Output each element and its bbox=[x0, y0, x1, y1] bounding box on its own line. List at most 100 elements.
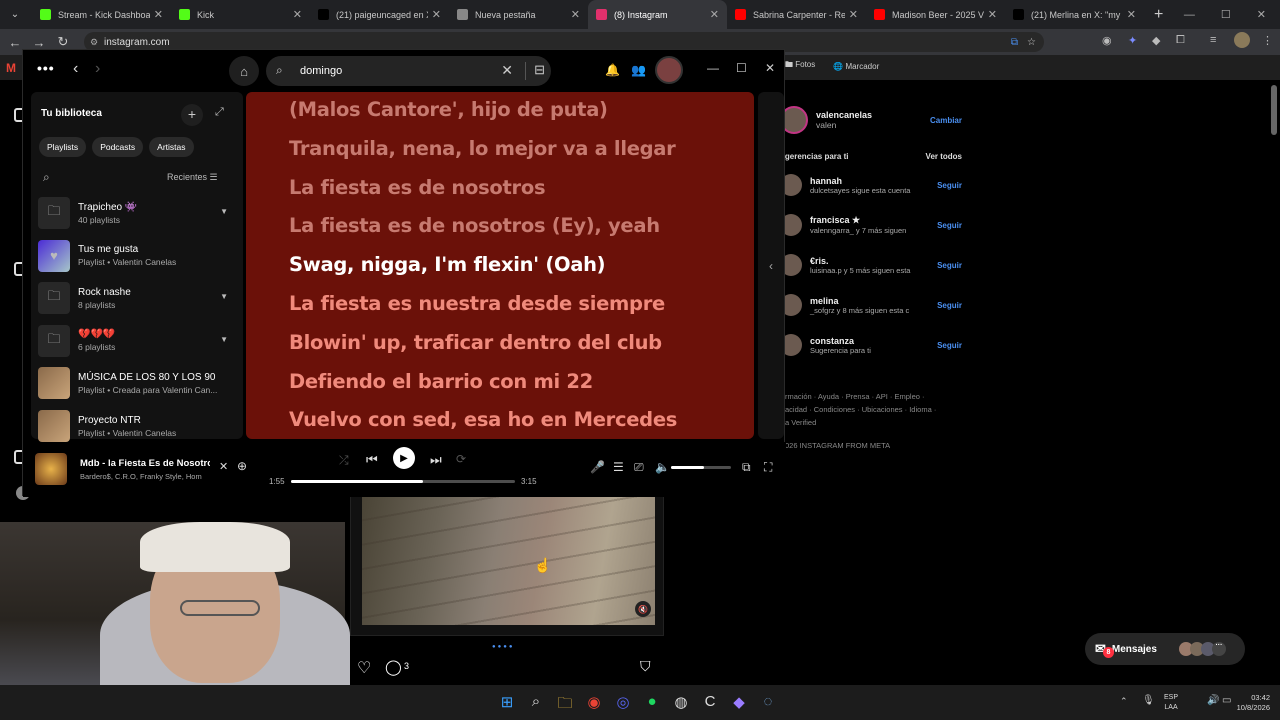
tab-search-chevron-icon[interactable]: ⌄ bbox=[2, 4, 28, 26]
next-icon[interactable]: ⏭ bbox=[430, 452, 442, 468]
spotify-forward-icon[interactable]: › bbox=[95, 60, 100, 78]
suggestion-username[interactable]: melina bbox=[810, 296, 909, 306]
chrome-icon[interactable]: ◉ bbox=[585, 693, 603, 718]
footer-links-line[interactable]: acidad · Condiciones · Ubicaciones · Idi… bbox=[785, 403, 965, 416]
volume-slider[interactable] bbox=[671, 466, 731, 469]
library-item[interactable]: 🗀 Rock nashe 8 playlists ▼ bbox=[38, 278, 238, 318]
follow-button[interactable]: Seguir bbox=[937, 221, 962, 230]
library-item[interactable]: Proyecto NTR Playlist • Valentin Canelas bbox=[38, 406, 238, 446]
switch-account-link[interactable]: Cambiar bbox=[930, 116, 962, 125]
close-icon[interactable]: ✕ bbox=[765, 61, 775, 75]
clear-search-icon[interactable]: ✕ bbox=[501, 62, 513, 79]
follow-button[interactable]: Seguir bbox=[937, 341, 962, 350]
previous-icon[interactable]: ⏮ bbox=[366, 452, 378, 468]
play-button[interactable]: ▶ bbox=[393, 447, 415, 469]
extension-icon[interactable]: ✦ bbox=[1128, 34, 1137, 47]
close-tab-icon[interactable]: ✕ bbox=[1127, 8, 1136, 21]
close-tab-icon[interactable]: ✕ bbox=[293, 8, 302, 21]
speaker-icon[interactable]: 🔊 bbox=[1207, 695, 1219, 706]
create-playlist-icon[interactable]: + bbox=[181, 104, 203, 126]
puzzle-icon[interactable]: ⧠ bbox=[1176, 34, 1185, 47]
follow-button[interactable]: Seguir bbox=[937, 261, 962, 270]
reading-list-icon[interactable]: ≡ bbox=[1210, 34, 1216, 46]
lyric-line[interactable]: La fiesta es de nosotros (Ey), yeah bbox=[289, 214, 660, 237]
extension-icon[interactable]: ◉ bbox=[1102, 34, 1112, 47]
follow-button[interactable]: Seguir bbox=[937, 181, 962, 190]
library-search-icon[interactable]: ⌕ bbox=[43, 170, 50, 185]
footer-links-line[interactable]: rmación · Ayuda · Prensa · API · Empleo … bbox=[785, 390, 965, 403]
expand-folder-icon[interactable]: ▼ bbox=[220, 335, 228, 344]
spotify-icon[interactable]: ● bbox=[643, 693, 661, 718]
browse-icon[interactable]: ⊟ bbox=[534, 62, 545, 78]
windows-start-icon[interactable]: ⊞ bbox=[498, 693, 516, 718]
comment-icon[interactable]: ◯ bbox=[385, 658, 402, 676]
browser-tab[interactable]: Kick ✕ bbox=[171, 0, 310, 29]
home-icon[interactable]: ⌂ bbox=[229, 56, 259, 86]
lyric-line[interactable]: Tranquila, nena, lo mejor va a llegar bbox=[289, 137, 676, 160]
library-item[interactable]: ♥ Tus me gusta Playlist • Valentin Canel… bbox=[38, 236, 238, 276]
profile-avatar[interactable] bbox=[1234, 32, 1250, 48]
lyric-line[interactable]: Swag, nigga, I'm flexin' (Oah) bbox=[289, 253, 606, 276]
spotify-menu-icon[interactable]: ••• bbox=[37, 60, 55, 76]
filter-chip[interactable]: Artistas bbox=[149, 137, 194, 157]
browser-tab[interactable]: (8) Instagram ✕ bbox=[588, 0, 727, 29]
expand-folder-icon[interactable]: ▼ bbox=[220, 292, 228, 301]
expand-folder-icon[interactable]: ▼ bbox=[220, 207, 228, 216]
close-tab-icon[interactable]: ✕ bbox=[154, 8, 163, 21]
library-item[interactable]: MÚSICA DE LOS 80 Y LOS 90 Playlist • Cre… bbox=[38, 363, 238, 403]
track-artists[interactable]: Bardero$, C.R.O, Franky Style, Hom bbox=[80, 472, 210, 481]
obs-icon[interactable]: ◍ bbox=[672, 693, 690, 718]
mute-icon[interactable]: 🔇 bbox=[635, 601, 651, 617]
minimize-icon[interactable]: — bbox=[707, 61, 719, 75]
suggestion-username[interactable]: francisca ★ bbox=[810, 215, 906, 226]
minimize-icon[interactable]: — bbox=[1184, 9, 1195, 21]
chrome-menu-icon[interactable]: ⋮ bbox=[1262, 34, 1273, 47]
progress-bar[interactable] bbox=[291, 480, 515, 483]
clock[interactable]: 03:42 10/8/2026 bbox=[1230, 693, 1270, 713]
friend-activity-icon[interactable]: 👥 bbox=[631, 63, 646, 77]
queue-icon[interactable]: ☰ bbox=[613, 460, 624, 474]
ccleaner-icon[interactable]: C bbox=[701, 693, 719, 718]
new-tab-button[interactable]: + bbox=[1154, 6, 1163, 24]
hide-icon[interactable]: ✕ bbox=[219, 460, 228, 473]
see-all-link[interactable]: Ver todos bbox=[926, 152, 962, 161]
browser-tab[interactable]: Stream - Kick Dashboard ✕ bbox=[32, 0, 171, 29]
browser-tab[interactable]: (21) paigeuncaged en X: ✕ bbox=[310, 0, 449, 29]
forward-icon[interactable]: → bbox=[27, 35, 51, 50]
volume-icon[interactable]: 🔈 bbox=[655, 460, 670, 474]
post-video[interactable]: 🔇 bbox=[362, 497, 655, 625]
add-to-library-icon[interactable]: ⊕ bbox=[237, 459, 247, 473]
lyric-line[interactable]: La fiesta es nuestra desde siempre bbox=[289, 292, 665, 315]
footer-links-line[interactable]: a Verified bbox=[785, 416, 965, 429]
save-icon[interactable]: ⛉ bbox=[640, 658, 651, 675]
browser-tab[interactable]: Nueva pestaña ✕ bbox=[449, 0, 588, 29]
chevron-left-icon[interactable]: ‹ bbox=[769, 259, 773, 273]
notifications-icon[interactable]: 🔔 bbox=[605, 63, 620, 77]
microphone-icon[interactable]: 🎙 bbox=[1142, 695, 1155, 706]
like-icon[interactable]: ♡ bbox=[357, 658, 371, 678]
follow-button[interactable]: Seguir bbox=[937, 301, 962, 310]
close-tab-icon[interactable]: ✕ bbox=[432, 8, 441, 21]
discord-icon[interactable]: ◎ bbox=[614, 693, 632, 718]
lyric-line[interactable]: Vuelvo con sed, esa ho en Mercedes bbox=[289, 408, 677, 431]
tray-chevron-icon[interactable]: ⌃ bbox=[1120, 696, 1128, 707]
lyrics-icon[interactable]: 🎤 bbox=[590, 460, 605, 474]
sort-dropdown[interactable]: Recientes ☰ bbox=[167, 172, 218, 183]
connect-device-icon[interactable]: ⎚ bbox=[634, 460, 644, 475]
browser-tab[interactable]: (21) Merlina en X: "my sh ✕ bbox=[1005, 0, 1144, 29]
close-window-icon[interactable]: ✕ bbox=[1257, 8, 1266, 21]
page-scrollbar[interactable] bbox=[1271, 85, 1277, 135]
app-icon[interactable]: ◌ bbox=[759, 693, 777, 718]
shuffle-icon[interactable]: ⤮ bbox=[339, 453, 349, 468]
messages-button[interactable]: ✉ 8 Mensajes ··· bbox=[1085, 633, 1245, 665]
browser-tab[interactable]: Madison Beer - 2025 Vict ✕ bbox=[866, 0, 1005, 29]
fullscreen-icon[interactable]: ⛶ bbox=[764, 460, 772, 475]
filter-chip[interactable]: Playlists bbox=[39, 137, 87, 157]
close-tab-icon[interactable]: ✕ bbox=[849, 8, 858, 21]
library-item[interactable]: 🗀 💔💔💔 6 playlists ▼ bbox=[38, 321, 238, 361]
spotify-search-field[interactable]: ⌕ domingo ✕ ⊟ bbox=[266, 56, 551, 86]
close-tab-icon[interactable]: ✕ bbox=[988, 8, 997, 21]
suggestion-username[interactable]: hannah bbox=[810, 176, 910, 186]
file-explorer-icon[interactable]: 🗀 bbox=[556, 693, 574, 718]
maximize-icon[interactable]: ☐ bbox=[736, 61, 747, 75]
